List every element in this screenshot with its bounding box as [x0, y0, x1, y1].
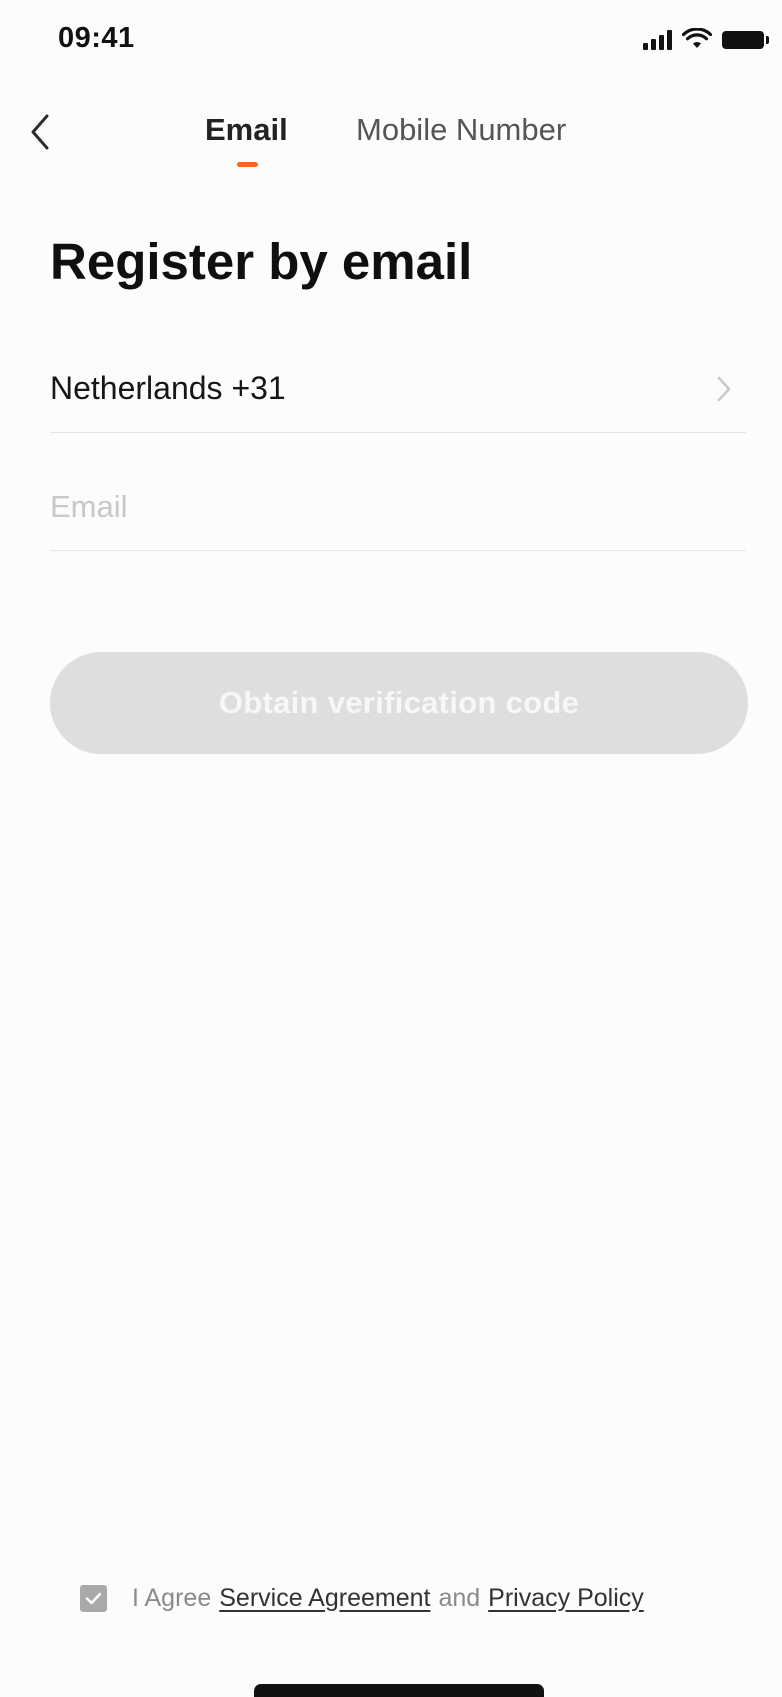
- country-code-label: Netherlands +31: [50, 370, 286, 406]
- status-bar: 09:41: [0, 0, 782, 80]
- privacy-policy-link[interactable]: Privacy Policy: [488, 1584, 644, 1613]
- agreement-prefix: I Agree: [132, 1583, 212, 1612]
- home-indicator: [254, 1684, 544, 1697]
- checkmark-icon: [85, 1592, 102, 1604]
- battery-icon: [722, 31, 769, 49]
- tab-email[interactable]: Email: [205, 112, 288, 148]
- wifi-icon: [682, 28, 712, 48]
- obtain-verification-code-button[interactable]: Obtain verification code: [50, 652, 748, 754]
- agreement-conjunction: and: [438, 1583, 481, 1612]
- active-tab-indicator: [237, 162, 258, 167]
- service-agreement-link[interactable]: Service Agreement: [219, 1584, 430, 1613]
- signal-icon: [643, 30, 672, 50]
- email-field-row: [50, 470, 746, 551]
- status-time: 09:41: [58, 22, 135, 54]
- chevron-right-icon: [717, 376, 731, 402]
- agreement-checkbox[interactable]: [80, 1584, 107, 1612]
- page-title: Register by email: [50, 233, 473, 290]
- agreement-row: I Agree Service Agreement and Privacy Po…: [80, 1578, 644, 1618]
- country-selector[interactable]: Netherlands +31: [50, 350, 746, 433]
- register-screen: 09:41 Email Mobile Number Register by em…: [0, 0, 782, 1697]
- tab-bar: Email Mobile Number: [0, 112, 782, 172]
- status-icons: [643, 26, 769, 50]
- tab-mobile-number[interactable]: Mobile Number: [356, 112, 566, 148]
- email-input[interactable]: [50, 482, 740, 532]
